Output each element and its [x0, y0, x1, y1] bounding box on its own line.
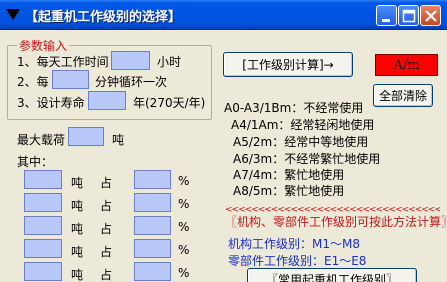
common-crane-classes-button[interactable]: 〖常用起重机工作级别〗 — [247, 268, 417, 282]
result-display: A/m — [375, 54, 438, 76]
max-load-input[interactable] — [68, 127, 104, 146]
percent-unit: % — [178, 243, 190, 257]
class-item: A5/2m：经常中等地使用 — [233, 135, 369, 149]
minimize-icon — [382, 19, 390, 22]
load-ton-input[interactable] — [24, 239, 62, 258]
load-percent-input[interactable] — [134, 170, 171, 189]
load-ton-input[interactable] — [24, 170, 62, 189]
mechanism-class-note: 机构工作级别：M1～M8 — [228, 237, 360, 251]
design-life-label: 3、设计寿命 — [17, 96, 85, 110]
maximize-icon — [402, 9, 416, 23]
title-bar[interactable]: 【起重机工作级别的选择】 — [0, 0, 447, 30]
ton-unit: 吨 — [71, 245, 84, 259]
maximize-button[interactable] — [398, 5, 419, 26]
daily-hours-label: 1、每天工作时间 — [17, 55, 109, 69]
clear-all-button[interactable]: 全部清除 — [373, 84, 433, 107]
cycle-unit: 分钟循环一次 — [95, 75, 168, 89]
load-ton-input[interactable] — [24, 216, 62, 235]
close-button[interactable] — [420, 5, 441, 26]
share-label: 占 — [100, 268, 113, 282]
max-load-unit: 吨 — [112, 133, 125, 147]
design-life-input[interactable] — [88, 91, 126, 110]
load-ton-input[interactable] — [24, 193, 62, 212]
share-label: 占 — [100, 199, 113, 213]
share-label: 占 — [100, 176, 113, 190]
percent-unit: % — [178, 220, 190, 234]
class-item: A6/3m：不经常繁忙地使用 — [233, 152, 381, 166]
component-note: 〖机构、零部件工作级别可按此方法计算〗 — [225, 215, 447, 229]
class-item: A8/5m：繁忙地使用 — [233, 184, 345, 198]
class-item: A7/4m：繁忙地使用 — [233, 168, 345, 182]
percent-unit: % — [178, 266, 190, 280]
max-load-label: 最大载荷 — [17, 133, 66, 147]
percent-unit: % — [178, 174, 190, 188]
class-item: A4/1Am：经常轻闲地使用 — [231, 118, 375, 132]
load-ton-input[interactable] — [24, 262, 62, 281]
percent-unit: % — [178, 197, 190, 211]
window-title: 【起重机工作级别的选择】 — [25, 10, 182, 25]
close-icon — [425, 10, 437, 22]
ton-unit: 吨 — [71, 268, 84, 282]
load-percent-input[interactable] — [134, 239, 171, 258]
parts-class-note: 零部件工作级别：E1～E8 — [228, 254, 367, 268]
daily-hours-input[interactable] — [111, 51, 150, 70]
load-percent-input[interactable] — [134, 262, 171, 281]
app-icon — [6, 9, 20, 20]
among-label: 其中： — [17, 155, 54, 169]
design-life-unit: 年(270天/年) — [133, 96, 206, 110]
cycle-minutes-input[interactable] — [52, 70, 89, 89]
load-percent-input[interactable] — [134, 216, 171, 235]
calculate-button[interactable]: [工作级别计算]→ — [223, 52, 353, 77]
minimize-button[interactable] — [376, 5, 397, 26]
ton-unit: 吨 — [71, 176, 84, 190]
ton-unit: 吨 — [71, 199, 84, 213]
daily-hours-unit: 小时 — [157, 55, 182, 69]
class-item: A0-A3/1Bm：不经常使用 — [224, 101, 364, 115]
share-label: 占 — [100, 222, 113, 236]
ton-unit: 吨 — [71, 222, 84, 236]
cycle-label: 2、每 — [17, 75, 49, 89]
parameter-group-title: 参数输入 — [17, 37, 70, 54]
share-label: 占 — [100, 245, 113, 259]
load-percent-input[interactable] — [134, 193, 171, 212]
